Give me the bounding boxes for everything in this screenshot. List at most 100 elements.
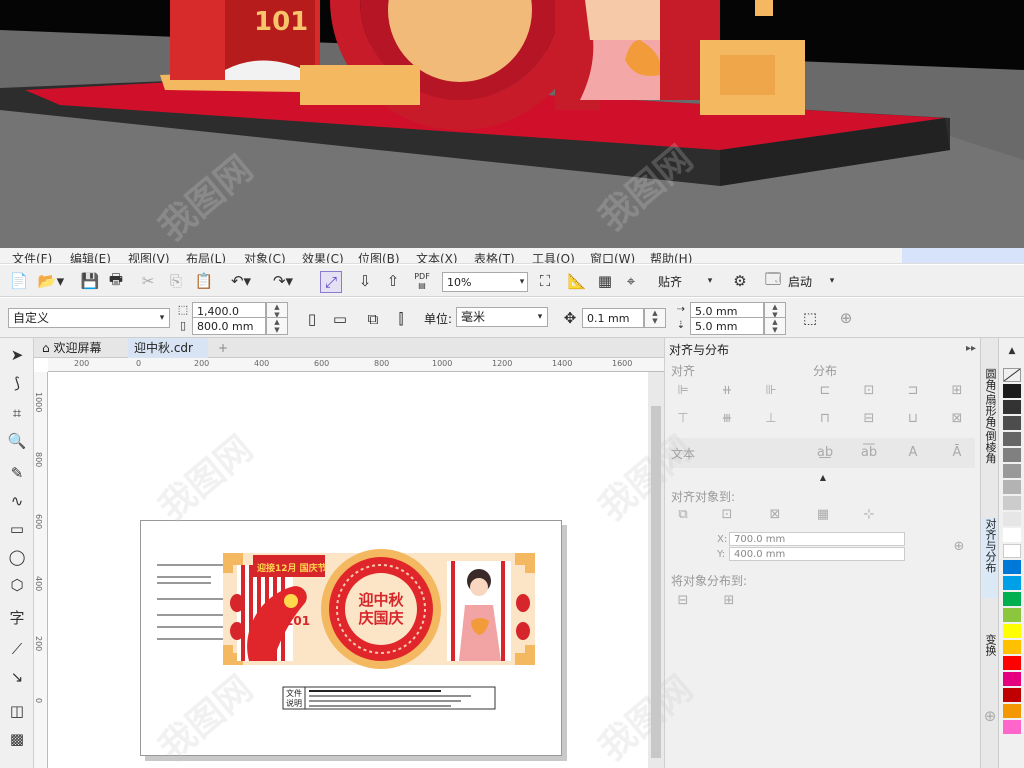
launch-dropdown-icon[interactable]: ▾	[826, 273, 838, 289]
no-color-swatch[interactable]	[1003, 368, 1021, 382]
color-swatch[interactable]	[1003, 544, 1021, 558]
align-to-grid-icon[interactable]: ▦	[813, 506, 833, 524]
color-swatch[interactable]	[1003, 400, 1021, 414]
color-swatch[interactable]	[1003, 576, 1021, 590]
artistic-media-icon[interactable]: ∿	[6, 490, 28, 512]
horizontal-ruler[interactable]: 200 0 200 400 600 800 1000 1200 1400 160…	[48, 358, 664, 372]
menu-edit[interactable]: 编辑(E)	[70, 250, 111, 263]
full-screen-icon[interactable]: ⛶	[534, 271, 556, 291]
distribute-center-icon[interactable]: ⊡	[859, 382, 879, 400]
color-swatch[interactable]	[1003, 384, 1021, 398]
undo-icon[interactable]: ↶▾	[226, 271, 256, 291]
menu-layout[interactable]: 布局(L)	[186, 250, 226, 263]
landscape-icon[interactable]: ▭	[328, 308, 352, 330]
crop-tool-icon[interactable]: ⌗	[6, 402, 28, 424]
print-icon[interactable]: 🖶	[106, 270, 126, 291]
color-swatch[interactable]	[1003, 640, 1021, 654]
transparency-tool-icon[interactable]: ▩	[6, 728, 28, 750]
color-swatch[interactable]	[1003, 528, 1021, 542]
text-last-baseline-icon[interactable]: a͞b	[859, 444, 879, 462]
copy-icon[interactable]: ⎘	[166, 271, 186, 291]
distribute-top-icon[interactable]: ⊓	[815, 410, 835, 428]
redo-icon[interactable]: ↷▾	[268, 271, 298, 291]
text-tool-icon[interactable]: 字	[6, 606, 28, 628]
color-swatch[interactable]	[1003, 720, 1021, 734]
menu-text[interactable]: 文本(X)	[416, 250, 458, 263]
point-target-icon[interactable]: ⊕	[949, 538, 969, 556]
add-plus-icon[interactable]: ⊕	[836, 308, 856, 328]
all-pages-icon[interactable]: ⧉	[362, 308, 384, 330]
rulers-toggle-icon[interactable]: 📐	[566, 271, 588, 291]
tab-welcome[interactable]: ⌂ 欢迎屏幕	[36, 338, 126, 358]
rectangle-tool-icon[interactable]: ▭	[6, 518, 28, 540]
distribute-to-selection-icon[interactable]: ⊟	[673, 592, 693, 610]
color-swatch[interactable]	[1003, 448, 1021, 462]
open-folder-icon[interactable]: 📂▾	[36, 271, 66, 291]
page-size-preset[interactable]: 自定义	[8, 308, 170, 328]
search-content-icon[interactable]: ⤢	[320, 271, 342, 293]
color-swatch[interactable]	[1003, 592, 1021, 606]
color-swatch[interactable]	[1003, 656, 1021, 670]
color-swatch[interactable]	[1003, 512, 1021, 526]
menu-tools[interactable]: 工具(O)	[532, 250, 575, 263]
vertical-ruler[interactable]: 1000 800 600 400 200 0	[34, 372, 48, 768]
add-tab-button[interactable]: +	[212, 338, 230, 358]
page-height-field[interactable]: 800.0 mm	[192, 317, 266, 335]
menu-object[interactable]: 对象(C)	[244, 250, 286, 263]
dimension-tool-icon[interactable]: ⟋	[6, 638, 28, 660]
distribute-middle-icon[interactable]: ⊟	[859, 410, 879, 428]
zoom-dropdown-icon[interactable]: ▾	[516, 273, 528, 291]
expand-section-icon[interactable]: ▲	[817, 472, 829, 482]
palette-scroll-up-icon[interactable]: ▲	[1005, 344, 1019, 358]
text-bounding-box-icon[interactable]: A	[903, 444, 923, 462]
snap-to-label[interactable]: 贴齐	[658, 273, 682, 290]
color-swatch[interactable]	[1003, 624, 1021, 638]
grid-toggle-icon[interactable]: ▦	[594, 271, 616, 291]
polygon-tool-icon[interactable]: ⬡	[6, 574, 28, 596]
document-page[interactable]: 迎接12月 国庆节 101 迎中秋 庆国庆 文件 说明	[140, 520, 562, 756]
align-to-point-icon[interactable]: ⊹	[859, 506, 879, 524]
align-top-icon[interactable]: ⊤	[673, 410, 693, 428]
drop-shadow-tool-icon[interactable]: ◫	[6, 700, 28, 722]
current-page-icon[interactable]: ⫿	[390, 308, 412, 330]
scrollbar-thumb[interactable]	[651, 406, 661, 758]
nudge-spinner[interactable]: ▲ ▼	[644, 308, 666, 328]
guidelines-toggle-icon[interactable]: ⌖	[620, 271, 642, 291]
color-swatch[interactable]	[1003, 464, 1021, 478]
paste-icon[interactable]: 📋	[194, 271, 214, 291]
menu-window[interactable]: 窗口(W)	[590, 250, 635, 263]
distribute-right-icon[interactable]: ⊞	[947, 382, 967, 400]
color-swatch[interactable]	[1003, 560, 1021, 574]
distribute-vspacing-icon[interactable]: ⊔	[903, 410, 923, 428]
align-right-icon[interactable]: ⊪	[761, 382, 781, 400]
align-left-icon[interactable]: ⊫	[673, 382, 693, 400]
duplicate-y-spinner[interactable]: ▲ ▼	[764, 317, 786, 335]
menu-view[interactable]: 视图(V)	[128, 250, 170, 263]
distribute-spacing-icon[interactable]: ⊐	[903, 382, 923, 400]
distribute-bottom-icon[interactable]: ⊠	[947, 410, 967, 428]
align-bottom-icon[interactable]: ⊥	[761, 410, 781, 428]
options-gear-icon[interactable]: ⚙	[730, 271, 750, 291]
collapse-docker-icon[interactable]: ▸▸	[963, 340, 979, 356]
color-swatch[interactable]	[1003, 480, 1021, 494]
distribute-left-icon[interactable]: ⊏	[815, 382, 835, 400]
portrait-icon[interactable]: ▯	[302, 308, 322, 330]
align-center-horizontal-icon[interactable]: ⧺	[717, 382, 737, 400]
cut-icon[interactable]: ✂	[138, 271, 158, 291]
align-to-active-object-icon[interactable]: ⧉	[673, 506, 693, 524]
treat-as-filled-icon[interactable]: ⬚	[800, 308, 820, 328]
color-swatch[interactable]	[1003, 688, 1021, 702]
new-document-icon[interactable]: 📄	[8, 271, 30, 291]
units-dropdown-icon[interactable]: ▾	[534, 309, 546, 325]
tab-fillet-scallop-chamfer[interactable]: 圆角/扇形角/倒棱角	[982, 368, 998, 488]
import-icon[interactable]: ⇩	[354, 271, 376, 291]
color-swatch[interactable]	[1003, 704, 1021, 718]
duplicate-y-field[interactable]: 5.0 mm	[690, 317, 764, 335]
align-x-field[interactable]: 700.0 mm	[729, 532, 905, 546]
distribute-to-page-icon[interactable]: ⊞	[719, 592, 739, 610]
shape-tool-icon[interactable]: ⟆	[6, 372, 28, 394]
color-swatch[interactable]	[1003, 672, 1021, 686]
align-center-vertical-icon[interactable]: ⧻	[717, 410, 737, 428]
menu-effects[interactable]: 效果(C)	[302, 250, 344, 263]
color-swatch[interactable]	[1003, 432, 1021, 446]
